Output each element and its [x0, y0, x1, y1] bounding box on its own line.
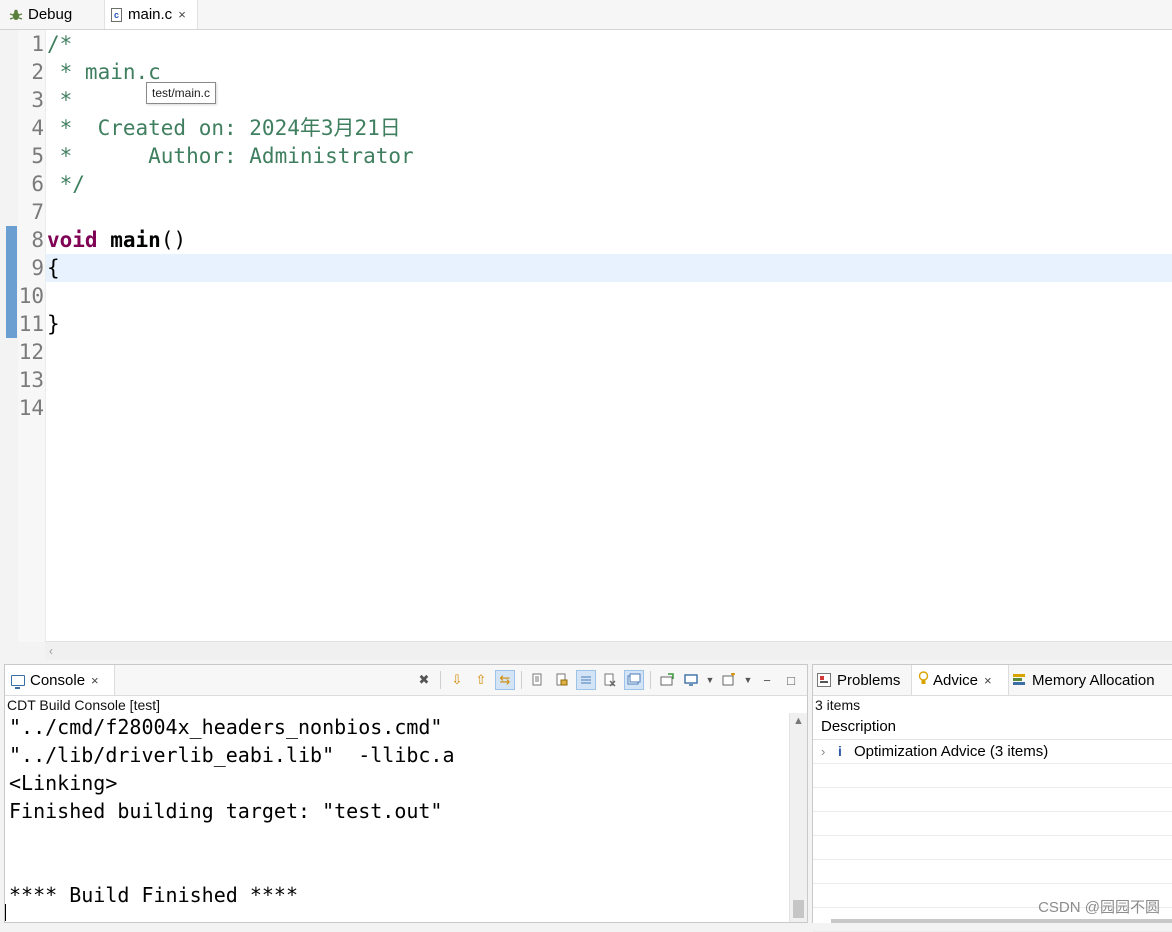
tab-advice-close-icon[interactable]: ×	[984, 673, 992, 688]
right-panel-tab-bar: Problems Advice × Memory Allocation	[813, 665, 1172, 696]
clear-console-button[interactable]: ✖	[414, 670, 434, 690]
tab-memory-allocation[interactable]: Memory Allocation	[1013, 665, 1155, 695]
copy-build-log-button[interactable]	[528, 670, 548, 690]
code-line: 11}	[18, 312, 60, 336]
chevron-down-icon[interactable]: ▼	[743, 670, 753, 690]
code-line: 5 * Author: Administrator	[31, 144, 414, 168]
scroll-left-icon[interactable]: ‹	[49, 642, 53, 660]
toolbar-separator	[440, 671, 441, 689]
tab-console-close-icon[interactable]: ×	[91, 673, 99, 688]
bug-icon	[8, 7, 24, 23]
items-count: 3 items	[815, 697, 861, 713]
tab-debug-label: Debug	[28, 6, 73, 23]
lightbulb-icon	[918, 671, 929, 689]
tab-main-c[interactable]: c main.c ×	[104, 0, 198, 29]
maximize-button[interactable]: □	[781, 670, 801, 690]
tab-console-label: Console	[30, 671, 86, 689]
function-name: main	[110, 228, 161, 252]
tab-advice-label: Advice	[933, 671, 979, 689]
info-icon: i	[838, 743, 842, 759]
code-line: 8 void main()	[31, 228, 187, 252]
tab-memory-allocation-label: Memory Allocation	[1032, 671, 1155, 689]
open-console-button[interactable]	[719, 670, 739, 690]
tab-debug[interactable]: Debug	[8, 0, 72, 29]
code-editor[interactable]: 1/* 2 * main.c 3 * 4 * Created on: 2024年…	[0, 30, 1172, 642]
toolbar-separator	[650, 671, 651, 689]
expand-arrow-icon[interactable]: ›	[821, 740, 825, 763]
code-line: 1/*	[31, 32, 73, 56]
code-line: 7	[31, 200, 44, 224]
code-line: 6 */	[31, 172, 85, 196]
tab-problems[interactable]: Problems	[815, 665, 900, 695]
console-title: CDT Build Console [test]	[7, 697, 161, 713]
console-vertical-scrollbar[interactable]: ▲	[789, 713, 807, 922]
link-with-editor-button[interactable]: ⇆	[495, 670, 515, 690]
scroll-up-icon[interactable]: ▲	[790, 715, 807, 727]
tab-main-c-close-icon[interactable]: ×	[178, 7, 186, 22]
console-line: "../cmd/f28004x_headers_nonbios.cmd"	[9, 715, 443, 739]
tab-main-c-label: main.c	[128, 6, 173, 23]
table-row-empty	[813, 788, 1172, 812]
console-line: "../lib/driverlib_eabi.lib" -llibc.a	[9, 743, 455, 767]
text-caret	[5, 904, 6, 921]
remove-all-terminated-button[interactable]	[600, 670, 620, 690]
console-view: Console × ✖ ⇩ ⇧ ⇆ ▼ ▼ − □ CDT Build Cons…	[4, 664, 808, 923]
keyword-void: void	[47, 228, 98, 252]
c-file-icon: c	[111, 7, 122, 22]
table-row[interactable]: › i Optimization Advice (3 items)	[813, 740, 1172, 764]
problems-icon	[817, 673, 831, 687]
scroll-lock-button[interactable]	[552, 670, 572, 690]
column-header-description[interactable]: Description	[813, 715, 1172, 740]
file-path-tooltip: test/main.c	[146, 82, 217, 104]
console-output[interactable]: "../cmd/f28004x_headers_nonbios.cmd" "..…	[9, 713, 789, 923]
memory-allocation-icon	[1013, 674, 1027, 686]
console-icon	[11, 674, 25, 689]
advice-view: Problems Advice × Memory Allocation 3 it…	[812, 664, 1172, 932]
table-row-empty	[813, 764, 1172, 788]
console-line: <Linking>	[9, 771, 118, 795]
console-line: **** Build Finished ****	[9, 883, 298, 907]
tab-problems-label: Problems	[837, 671, 901, 689]
right-panel-horizontal-scrollbar[interactable]	[831, 919, 1172, 923]
code-line: 13	[18, 368, 44, 392]
table-row-empty	[813, 860, 1172, 884]
editor-horizontal-scrollbar[interactable]: ‹	[45, 641, 1172, 660]
table-row-empty	[813, 836, 1172, 860]
tab-console[interactable]: Console ×	[5, 665, 115, 695]
pin-console-button[interactable]	[657, 670, 677, 690]
code-line: 10	[18, 284, 44, 308]
word-wrap-button[interactable]	[576, 670, 596, 690]
code-line: 4 * Created on: 2024年3月21日	[31, 116, 401, 140]
code-line: 9{	[31, 256, 60, 280]
console-line: Finished building target: "test.out"	[9, 799, 443, 823]
previous-error-button[interactable]: ⇧	[471, 670, 491, 690]
toolbar-separator	[521, 671, 522, 689]
row-description: Optimization Advice (3 items)	[854, 743, 1049, 760]
console-tab-bar: Console × ✖ ⇩ ⇧ ⇆ ▼ ▼ − □	[5, 665, 807, 696]
console-toolbar: ✖ ⇩ ⇧ ⇆ ▼ ▼ − □	[414, 669, 801, 691]
editor-tab-bar: Debug c main.c ×	[0, 0, 1172, 30]
watermark: CSDN @园园不圆	[1038, 899, 1160, 916]
display-selected-console-button[interactable]	[681, 670, 701, 690]
show-console-on-output-button[interactable]	[624, 670, 644, 690]
next-error-button[interactable]: ⇩	[447, 670, 467, 690]
scrollbar-thumb[interactable]	[793, 900, 804, 918]
code-line: 14	[18, 396, 44, 420]
minimize-button[interactable]: −	[757, 670, 777, 690]
code-line: 12	[18, 340, 44, 364]
chevron-down-icon[interactable]: ▼	[705, 670, 715, 690]
table-row-empty	[813, 812, 1172, 836]
tab-advice[interactable]: Advice ×	[911, 665, 1009, 695]
